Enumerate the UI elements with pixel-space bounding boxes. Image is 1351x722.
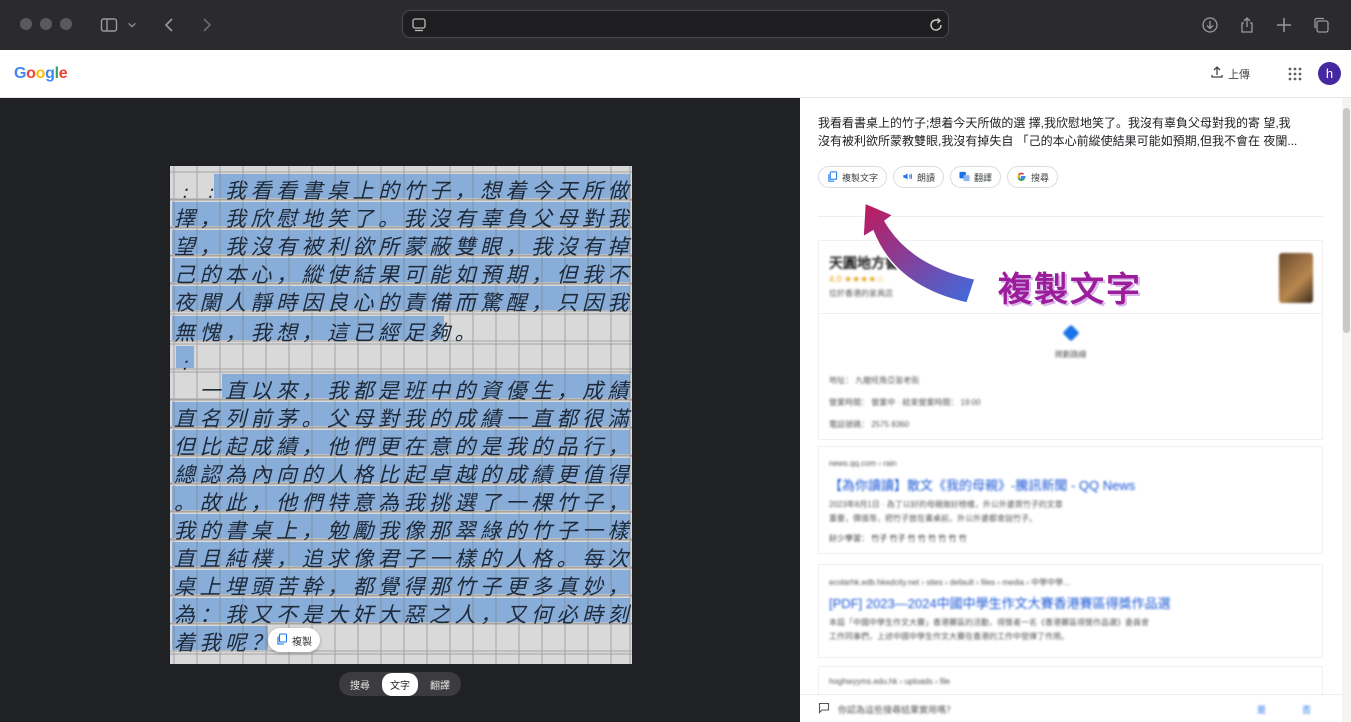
forward-icon[interactable] bbox=[194, 13, 218, 37]
new-tab-icon[interactable] bbox=[1272, 13, 1296, 37]
lens-mode-switcher: 搜尋 文字 翻譯 bbox=[339, 672, 461, 696]
essay-line[interactable]: 為：我又不是大奸大惡之人，又何必時刻提醒 bbox=[174, 599, 632, 629]
upload-label: 上傳 bbox=[1228, 68, 1250, 81]
download-icon[interactable] bbox=[1198, 13, 1222, 37]
essay-line[interactable]: 望，我沒有被利欲所蒙蔽雙眼，我沒有掉失自 bbox=[174, 231, 632, 261]
avatar[interactable]: h bbox=[1318, 62, 1341, 85]
apps-grid-icon[interactable] bbox=[1287, 66, 1303, 82]
search-text-label: 搜尋 bbox=[1031, 172, 1050, 183]
translate-icon bbox=[959, 171, 970, 184]
result-source: ecolarhk.edb.hkedcity.net › sites › defa… bbox=[829, 578, 1070, 587]
place-phone: 電話號碼： 2575 8360 bbox=[829, 420, 910, 429]
essay-line[interactable]: 總認為內向的人格比起卓越的成績更值得追求 bbox=[174, 459, 632, 489]
essay-line[interactable]: 直名列前茅。父母對我的成績一直都很滿意， bbox=[174, 403, 632, 433]
address-bar[interactable] bbox=[402, 10, 949, 38]
window-minimize-button[interactable] bbox=[40, 18, 52, 30]
essay-line[interactable]: 擇，我欣慰地笑了。我沒有辜負父母對我的寄 bbox=[174, 203, 632, 233]
text-action-chips: 複製文字 朗讀 翻譯 搜尋 bbox=[818, 166, 1059, 188]
results-panel: 我看看書桌上的竹子;想着今天所做的選 擇,我欣慰地笑了。我沒有辜負父母對我的寄 … bbox=[800, 98, 1351, 722]
reader-icon[interactable] bbox=[407, 13, 431, 37]
essay-line[interactable]: 。故此，他們特意為我挑選了一棵竹子，放在 bbox=[174, 487, 632, 517]
directions-icon[interactable] bbox=[1062, 324, 1080, 342]
handwritten-essay-image: ﹕﹕我看看書桌上的竹子，想着今天所做的選 擇，我欣慰地笑了。我沒有辜負父母對我的… bbox=[170, 166, 632, 664]
share-icon[interactable] bbox=[1235, 13, 1259, 37]
essay-line[interactable]: 但比起成績，他們更在意的是我的品行，他們 bbox=[174, 431, 632, 461]
search-result[interactable]: ecolarhk.edb.hkedcity.net › sites › defa… bbox=[818, 564, 1323, 658]
feedback-yes-button[interactable]: 是 bbox=[1257, 703, 1266, 716]
chevron-down-icon[interactable] bbox=[124, 13, 140, 37]
translate-button[interactable]: 翻譯 bbox=[950, 166, 1002, 188]
translate-label: 翻譯 bbox=[974, 172, 993, 183]
copy-icon bbox=[276, 632, 288, 648]
essay-line[interactable]: ﹕ bbox=[174, 347, 200, 377]
result-title-link[interactable]: [PDF] 2023—2024中國中學生作文大賽香港賽區得獎作品選 bbox=[829, 593, 1171, 612]
tabs-overview-icon[interactable] bbox=[1309, 13, 1333, 37]
back-icon[interactable] bbox=[158, 13, 182, 37]
search-result[interactable]: news.qq.com › rain 【為你讀讀】散文《我的母親》-騰訊新聞 -… bbox=[818, 446, 1323, 554]
essay-line[interactable]: 直且純樸，追求像君子一樣的人格。每次我在 bbox=[174, 543, 632, 573]
result-source: news.qq.com › rain bbox=[829, 459, 897, 468]
result-snippet: 本屆「中國中學生作文大賽」香港賽區的活動，得獎者一名《香港賽區得獎作品選》委員會 bbox=[829, 618, 1149, 627]
browser-toolbar bbox=[0, 0, 1351, 50]
essay-line[interactable]: 夜闌人靜時因良心的責備而驚醒，只因我問心 bbox=[174, 287, 632, 317]
copy-selection-button[interactable]: 複製 bbox=[268, 628, 320, 652]
result-snippet: 重要，價值等，把竹子放在書桌前，外公外婆都會說竹子。 bbox=[829, 514, 1037, 523]
essay-line[interactable]: 己的本心，縱使結果可能如預期，但我不會在 bbox=[174, 259, 632, 289]
place-photo[interactable] bbox=[1279, 253, 1313, 303]
result-snippet: 2023年8月1日 · 為了以好的母親做好榜樣，外公外婆買竹子的文章 bbox=[829, 500, 1063, 509]
read-aloud-label: 朗讀 bbox=[917, 172, 936, 183]
feedback-icon bbox=[818, 702, 830, 716]
scrollbar-thumb[interactable] bbox=[1343, 108, 1350, 333]
read-aloud-button[interactable]: 朗讀 bbox=[893, 166, 945, 188]
upload-button[interactable]: 上傳 bbox=[1210, 65, 1250, 82]
search-text-button[interactable]: 搜尋 bbox=[1007, 166, 1059, 188]
place-hours: 營業時間： 營業中 · 結束營業時間： 19:00 bbox=[829, 398, 981, 407]
tab-text[interactable]: 文字 bbox=[382, 672, 418, 696]
essay-line[interactable]: 桌上埋頭苦幹，都覺得那竹子更多真妙，總想 bbox=[174, 571, 632, 601]
upload-icon bbox=[1210, 65, 1224, 82]
copy-text-button[interactable]: 複製文字 bbox=[818, 166, 888, 188]
extracted-text-line: 我看看書桌上的竹子;想着今天所做的選 擇,我欣慰地笑了。我沒有辜負父母對我的寄 … bbox=[818, 116, 1291, 130]
copy-icon bbox=[827, 170, 838, 184]
essay-line[interactable]: 着我呢？ bbox=[174, 627, 276, 657]
google-g-icon bbox=[1016, 171, 1027, 184]
search-result[interactable]: hoghwyyms.edu.hk › uploads › file bbox=[818, 666, 1323, 696]
essay-line[interactable]: 一直以來，我都是班中的資優生，成績一 bbox=[174, 375, 632, 405]
feedback-question: 你認為這些搜尋結果實用嗎？ bbox=[838, 705, 956, 715]
feedback-no-button[interactable]: 否 bbox=[1302, 703, 1311, 716]
tab-translate[interactable]: 翻譯 bbox=[422, 673, 458, 696]
place-address: 地址： 九龍旺角亞皆老街 bbox=[829, 376, 920, 385]
tab-search[interactable]: 搜尋 bbox=[342, 673, 378, 696]
extracted-text-line: 沒有被利欲所蒙教雙眼,我沒有掉失自 「己的本心前縱使結果可能如預期,但我不會在 … bbox=[818, 134, 1298, 148]
result-source: hoghwyyms.edu.hk › uploads › file bbox=[829, 677, 950, 686]
google-header: Google 上傳 h bbox=[0, 50, 1351, 98]
essay-line[interactable]: ﹕﹕我看看書桌上的竹子，想着今天所做的選 bbox=[174, 175, 632, 205]
reload-icon[interactable] bbox=[924, 13, 948, 37]
annotation-arrow bbox=[862, 201, 976, 304]
window-close-button[interactable] bbox=[20, 18, 32, 30]
window-zoom-button[interactable] bbox=[60, 18, 72, 30]
copy-text-label: 複製文字 bbox=[842, 172, 879, 183]
result-title-link[interactable]: 【為你讀讀】散文《我的母親》-騰訊新聞 - QQ News bbox=[829, 475, 1135, 494]
google-logo[interactable]: Google bbox=[14, 65, 68, 83]
directions-label[interactable]: 規劃路線 bbox=[819, 349, 1322, 360]
essay-line[interactable]: 無愧，我想，這已經足夠。 bbox=[174, 317, 480, 347]
speaker-icon bbox=[902, 171, 913, 184]
extracted-text[interactable]: 我看看書桌上的竹子;想着今天所做的選 擇,我欣慰地笑了。我沒有辜負父母對我的寄 … bbox=[818, 114, 1326, 150]
result-snippet: 工作同事們，上述中國中學生作文大賽在香港的工作中發揮了作用。 bbox=[829, 632, 1069, 641]
copy-chip-label: 複製 bbox=[292, 636, 312, 648]
result-tags: 好少學習： 竹子 竹子 竹 竹 竹 竹 竹 竹 bbox=[829, 534, 967, 543]
annotation-label: 複製文字 bbox=[998, 270, 1142, 310]
essay-line[interactable]: 我的書桌上，勉勵我像那翠綠的竹子一樣，正 bbox=[174, 515, 632, 545]
sidebar-icon[interactable] bbox=[97, 13, 121, 37]
feedback-bar: 你認為這些搜尋結果實用嗎？ 是 否 bbox=[800, 694, 1342, 722]
